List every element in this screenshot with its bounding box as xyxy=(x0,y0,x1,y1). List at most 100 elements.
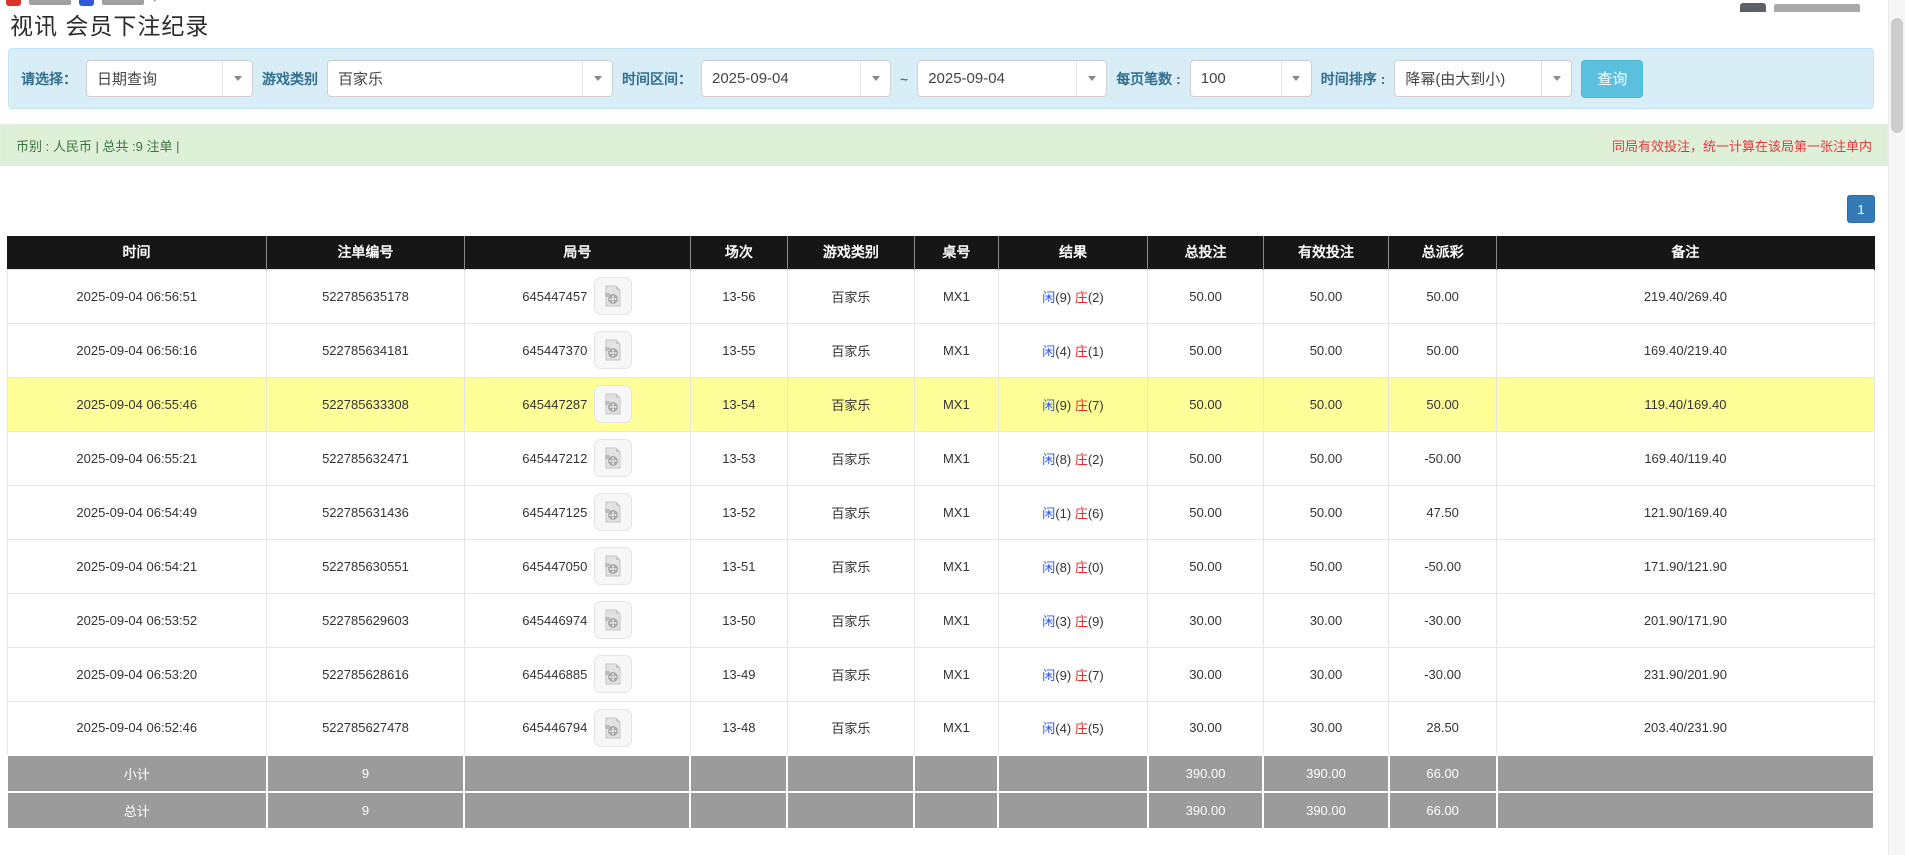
time-sort-label: 时间排序 : xyxy=(1321,69,1386,89)
cell-payout: 50.00 xyxy=(1389,377,1497,431)
cell-round-id: 645446885 xyxy=(464,647,690,701)
cell-total-bet-link[interactable]: 50.00 xyxy=(1148,539,1264,593)
video-record-icon xyxy=(601,716,625,740)
result-player-label: 闲 xyxy=(1042,506,1055,521)
total-valid-bet: 390.00 xyxy=(1263,792,1388,829)
video-record-icon xyxy=(601,338,625,362)
video-playback-button[interactable] xyxy=(594,655,632,693)
video-playback-button[interactable] xyxy=(594,385,632,423)
round-id-text: 645446885 xyxy=(522,667,587,682)
result-player-number: (4) xyxy=(1055,344,1071,359)
cell-table-no: MX1 xyxy=(914,323,998,377)
cell-total-bet-link[interactable]: 50.00 xyxy=(1148,431,1264,485)
game-type-label: 游戏类别 xyxy=(262,69,318,89)
cell-valid-bet: 30.00 xyxy=(1263,647,1388,701)
cell-total-bet-link[interactable]: 50.00 xyxy=(1148,377,1264,431)
result-banker-label: 庄 xyxy=(1075,398,1088,413)
cell-total-bet-link[interactable]: 50.00 xyxy=(1148,485,1264,539)
video-record-icon xyxy=(601,392,625,416)
cell-table-no: MX1 xyxy=(914,701,998,755)
total-count: 9 xyxy=(267,792,465,829)
cell-valid-bet: 30.00 xyxy=(1263,701,1388,755)
round-id-text: 645447287 xyxy=(522,397,587,412)
cell-result: 闲(8) 庄(0) xyxy=(998,539,1147,593)
cell-table-no: MX1 xyxy=(914,539,998,593)
result-banker-label: 庄 xyxy=(1075,344,1088,359)
video-playback-button[interactable] xyxy=(594,331,632,369)
red-bookmark-icon[interactable] xyxy=(6,0,21,6)
result-player-number: (9) xyxy=(1055,398,1071,413)
result-player-number: (8) xyxy=(1055,452,1071,467)
cell-bet-id: 522785635178 xyxy=(267,269,465,323)
query-type-select[interactable]: 日期查询 xyxy=(86,60,253,97)
cell-table-no: MX1 xyxy=(914,593,998,647)
round-id-text: 645446794 xyxy=(522,720,587,735)
bookmark-label-clipped[interactable] xyxy=(29,0,71,5)
column-header: 桌号 xyxy=(914,236,998,269)
round-id-text: 645447370 xyxy=(522,343,587,358)
result-banker-number: (1) xyxy=(1088,344,1104,359)
cell-note: 203.40/231.90 xyxy=(1497,701,1874,755)
cell-round-id: 645447125 xyxy=(464,485,690,539)
cell-result: 闲(9) 庄(7) xyxy=(998,647,1147,701)
video-playback-button[interactable] xyxy=(594,709,632,747)
chevron-down-icon xyxy=(222,61,252,96)
result-banker-number: (6) xyxy=(1088,506,1104,521)
cell-result: 闲(4) 庄(5) xyxy=(998,701,1147,755)
video-playback-button[interactable] xyxy=(594,547,632,585)
chevron-down-icon xyxy=(860,61,890,96)
bookmark-label-clipped[interactable] xyxy=(102,0,144,5)
cell-total-bet-link[interactable]: 30.00 xyxy=(1148,593,1264,647)
select-type-label: 请选择： xyxy=(21,69,77,89)
result-player-label: 闲 xyxy=(1042,614,1055,629)
chevron-down-icon xyxy=(582,61,612,96)
query-button[interactable]: 查询 xyxy=(1581,60,1643,98)
cell-total-bet-link[interactable]: 30.00 xyxy=(1148,647,1264,701)
result-banker-label: 庄 xyxy=(1075,668,1088,683)
video-playback-button[interactable] xyxy=(594,493,632,531)
per-page-select[interactable]: 100 xyxy=(1190,60,1312,97)
video-record-icon xyxy=(601,500,625,524)
column-header: 总投注 xyxy=(1148,236,1264,269)
video-playback-button[interactable] xyxy=(594,439,632,477)
game-type-select[interactable]: 百家乐 xyxy=(327,60,613,97)
result-banker-label: 庄 xyxy=(1075,614,1088,629)
page-button-1[interactable]: 1 xyxy=(1847,195,1875,223)
table-row: 2025-09-04 06:56:51522785635178645447457… xyxy=(7,269,1874,323)
date-from-select[interactable]: 2025-09-04 xyxy=(701,60,891,97)
subtotal-count: 9 xyxy=(267,755,465,792)
cell-round-id: 645447212 xyxy=(464,431,690,485)
cell-session: 13-48 xyxy=(690,701,787,755)
result-banker-number: (7) xyxy=(1088,668,1104,683)
toolbar-label-clipped xyxy=(1774,4,1860,12)
video-playback-button[interactable] xyxy=(594,277,632,315)
cell-payout: 47.50 xyxy=(1389,485,1497,539)
cell-total-bet-link[interactable]: 50.00 xyxy=(1148,323,1264,377)
chevron-down-icon xyxy=(1076,61,1106,96)
cell-game-type: 百家乐 xyxy=(787,593,914,647)
cell-session: 13-49 xyxy=(690,647,787,701)
bet-records-table: 时间注单编号局号场次游戏类别桌号结果总投注有效投注总派彩备注 2025-09-0… xyxy=(6,236,1875,830)
result-player-number: (4) xyxy=(1055,721,1071,736)
cell-bet-id: 522785627478 xyxy=(267,701,465,755)
toolbar-icon[interactable] xyxy=(1740,3,1766,12)
cell-payout: 28.50 xyxy=(1389,701,1497,755)
cell-valid-bet: 50.00 xyxy=(1263,539,1388,593)
cell-result: 闲(3) 庄(9) xyxy=(998,593,1147,647)
pagination: 1 xyxy=(0,166,1888,236)
date-to-select[interactable]: 2025-09-04 xyxy=(917,60,1107,97)
table-row: 2025-09-04 06:55:46522785633308645447287… xyxy=(7,377,1874,431)
vertical-scrollbar[interactable] xyxy=(1888,0,1905,855)
cell-valid-bet: 50.00 xyxy=(1263,431,1388,485)
cell-result: 闲(1) 庄(6) xyxy=(998,485,1147,539)
cell-total-bet-link[interactable]: 30.00 xyxy=(1148,701,1264,755)
video-playback-button[interactable] xyxy=(594,601,632,639)
page-title-area: 视讯 会员下注纪录 xyxy=(10,12,1888,38)
blue-bookmark-icon[interactable] xyxy=(79,0,94,6)
time-sort-select[interactable]: 降幂(由大到小) xyxy=(1394,60,1572,97)
result-banker-number: (7) xyxy=(1088,398,1104,413)
cell-session: 13-54 xyxy=(690,377,787,431)
cell-total-bet-link[interactable]: 50.00 xyxy=(1148,269,1264,323)
column-header: 游戏类别 xyxy=(787,236,914,269)
scrollbar-thumb[interactable] xyxy=(1891,18,1903,133)
